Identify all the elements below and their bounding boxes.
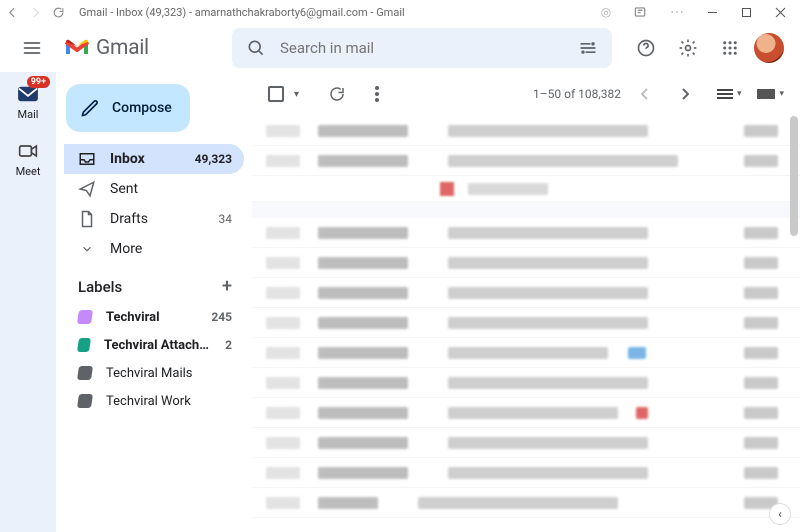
- search-bar[interactable]: [232, 28, 612, 68]
- mail-row[interactable]: [252, 248, 800, 278]
- meet-icon: [16, 139, 40, 163]
- labels-heading-row: Labels +: [64, 264, 244, 303]
- window-titlebar: Gmail - Inbox (49,323) - amarnathchakrab…: [0, 0, 800, 24]
- gmail-logo[interactable]: Gmail: [64, 36, 224, 60]
- label-count: 2: [225, 338, 232, 352]
- nav-sent[interactable]: Sent: [64, 174, 244, 204]
- sidebar: Compose Inbox 49,323 Sent Drafts 34 More…: [56, 72, 252, 532]
- nav-label: More: [110, 241, 142, 257]
- scrollbar-thumb[interactable]: [790, 116, 798, 236]
- page-next-button[interactable]: [669, 78, 701, 110]
- settings-button[interactable]: [670, 30, 706, 66]
- side-panel-toggle[interactable]: ‹: [770, 504, 790, 524]
- mail-toolbar: ▾ 1–50 of 108,382 ▾ ▾: [252, 72, 800, 116]
- main-menu-button[interactable]: [12, 28, 52, 68]
- window-minimize-icon[interactable]: [698, 2, 726, 22]
- chevron-down-icon[interactable]: ▾: [737, 89, 742, 99]
- nav-inbox[interactable]: Inbox 49,323: [64, 144, 244, 174]
- browser-tracking-icon[interactable]: ◎: [592, 2, 620, 22]
- nav-count: 49,323: [195, 152, 232, 166]
- density-toggle[interactable]: [717, 89, 733, 99]
- split-toggle[interactable]: [757, 89, 775, 99]
- refresh-icon[interactable]: [52, 6, 65, 19]
- forward-icon: [29, 6, 42, 19]
- app-header: Gmail: [0, 24, 800, 72]
- drafts-icon: [78, 210, 96, 228]
- chevron-down-icon: [78, 240, 96, 258]
- nav-drafts[interactable]: Drafts 34: [64, 204, 244, 234]
- label-name: Techviral: [106, 310, 160, 325]
- rail-meet-label: Meet: [16, 165, 41, 178]
- nav-label: Sent: [110, 181, 138, 197]
- label-item[interactable]: Techviral 245: [64, 303, 244, 331]
- compose-label: Compose: [112, 100, 172, 116]
- mail-list-pane: ▾ 1–50 of 108,382 ▾ ▾: [252, 72, 800, 532]
- compose-button[interactable]: Compose: [66, 84, 190, 132]
- window-close-icon[interactable]: [766, 2, 794, 22]
- label-color-icon: [77, 366, 93, 380]
- mail-row[interactable]: [252, 368, 800, 398]
- mail-row[interactable]: [252, 488, 800, 518]
- apps-button[interactable]: [712, 30, 748, 66]
- mail-row[interactable]: [252, 146, 800, 176]
- labels-heading: Labels: [78, 278, 122, 296]
- app-name: Gmail: [96, 36, 149, 60]
- label-name: Techviral Attachme...: [104, 338, 211, 353]
- mail-row[interactable]: [252, 428, 800, 458]
- search-input[interactable]: [272, 39, 572, 57]
- nav-more[interactable]: More: [64, 234, 244, 264]
- rail-meet[interactable]: Meet: [16, 139, 41, 178]
- label-name: Techviral Mails: [106, 366, 193, 381]
- label-count: 245: [211, 310, 232, 324]
- mail-row[interactable]: [252, 338, 800, 368]
- nav-count: 34: [219, 212, 233, 226]
- rail-mail-label: Mail: [18, 108, 39, 121]
- label-name: Techviral Work: [106, 394, 191, 409]
- help-button[interactable]: [628, 30, 664, 66]
- account-avatar[interactable]: [754, 33, 784, 63]
- select-dropdown-icon[interactable]: ▾: [294, 89, 299, 100]
- mail-row[interactable]: [252, 458, 800, 488]
- add-label-button[interactable]: +: [222, 276, 232, 297]
- nav-label: Drafts: [110, 211, 148, 227]
- label-color-icon: [77, 338, 91, 352]
- label-color-icon: [77, 394, 93, 408]
- pencil-icon: [80, 98, 100, 118]
- browser-reader-icon[interactable]: [626, 2, 654, 22]
- chevron-down-icon[interactable]: ▾: [779, 89, 784, 99]
- label-item[interactable]: Techviral Mails: [64, 359, 244, 387]
- label-item[interactable]: Techviral Work: [64, 387, 244, 415]
- label-color-icon: [77, 310, 93, 324]
- attachment-chip: [440, 182, 454, 196]
- back-icon[interactable]: [6, 6, 19, 19]
- nav-list: Inbox 49,323 Sent Drafts 34 More: [64, 144, 244, 264]
- refresh-button[interactable]: [321, 78, 353, 110]
- nav-label: Inbox: [110, 151, 145, 167]
- mail-row[interactable]: [252, 308, 800, 338]
- select-all-checkbox[interactable]: [268, 86, 284, 102]
- mail-row[interactable]: [252, 176, 800, 202]
- section-gap: [252, 202, 800, 218]
- search-options-icon[interactable]: [572, 32, 604, 64]
- inbox-icon: [78, 150, 96, 168]
- pagination-range: 1–50 of 108,382: [533, 87, 621, 101]
- search-icon: [240, 38, 272, 58]
- label-item[interactable]: Techviral Attachme... 2: [64, 331, 244, 359]
- mail-row[interactable]: [252, 278, 800, 308]
- window-maximize-icon[interactable]: [732, 2, 760, 22]
- labels-list: Techviral 245 Techviral Attachme... 2 Te…: [64, 303, 244, 415]
- mail-row[interactable]: [252, 116, 800, 146]
- gmail-logo-icon: [64, 38, 90, 58]
- window-title: Gmail - Inbox (49,323) - amarnathchakrab…: [79, 6, 592, 19]
- browser-more-icon[interactable]: ···: [664, 2, 692, 22]
- sent-icon: [78, 180, 96, 198]
- left-rail: 99+ Mail Meet: [0, 72, 56, 532]
- mail-row[interactable]: [252, 218, 800, 248]
- rail-mail[interactable]: 99+ Mail: [16, 82, 40, 121]
- mail-unread-badge: 99+: [27, 76, 50, 88]
- mail-row[interactable]: [252, 398, 800, 428]
- page-prev-button[interactable]: [629, 78, 661, 110]
- more-button[interactable]: [361, 78, 393, 110]
- mail-list[interactable]: [252, 116, 800, 532]
